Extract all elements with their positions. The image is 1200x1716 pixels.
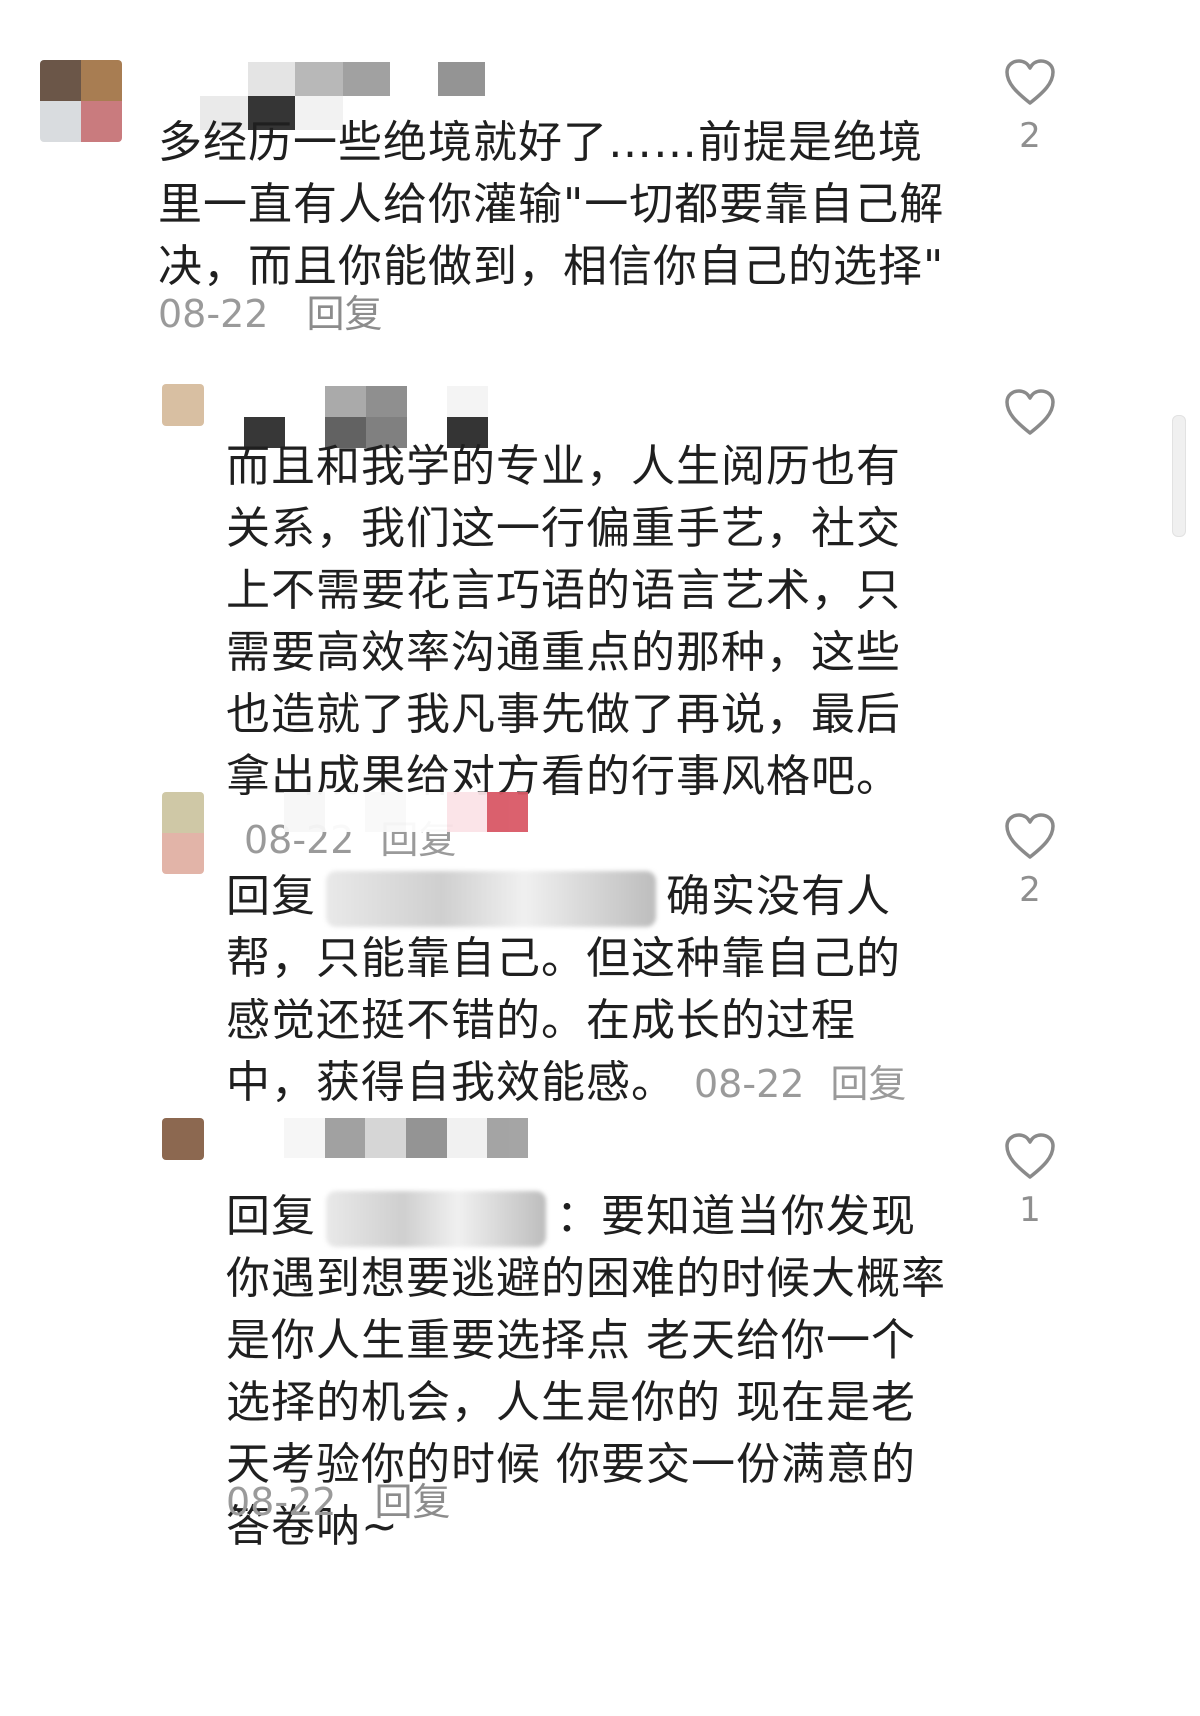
mosaic-pixel	[365, 792, 406, 832]
mosaic-pixel	[324, 792, 366, 832]
mosaic-pixel	[342, 62, 390, 96]
mosaic-pixel	[487, 792, 528, 832]
mosaic-pixel	[284, 1118, 325, 1158]
mosaic-pixel	[406, 1118, 447, 1158]
like-count	[970, 446, 1090, 486]
mosaic-pixel	[390, 62, 438, 96]
username-redacted[interactable]	[284, 1118, 528, 1158]
like-count: 2	[1019, 870, 1041, 910]
mosaic-pixel	[437, 62, 485, 96]
avatar[interactable]	[162, 384, 204, 426]
like-button[interactable]	[970, 388, 1090, 486]
mosaic-pixel	[406, 792, 447, 832]
heart-icon	[1005, 1133, 1055, 1179]
avatar[interactable]	[162, 1118, 204, 1160]
comment-meta: 08-22 回复	[158, 292, 383, 336]
comment-date: 08-22	[694, 1062, 805, 1106]
mosaic-pixel	[284, 386, 326, 417]
reply-button[interactable]: 回复	[830, 1062, 906, 1106]
comment-meta: 08-22 回复	[676, 1062, 906, 1106]
avatar[interactable]	[40, 60, 122, 142]
avatar-pixel	[40, 101, 81, 142]
avatar-pixel	[162, 384, 204, 426]
mosaic-pixel	[446, 792, 488, 832]
like-button[interactable]: 2	[970, 812, 1090, 910]
reply-button[interactable]: 回复	[307, 292, 383, 336]
reply-prefix: 回复	[226, 1191, 316, 1242]
like-count: 2	[1019, 116, 1041, 156]
avatar-pixel	[162, 833, 204, 874]
avatar[interactable]	[162, 792, 204, 874]
comment-text-content: 而且和我学的专业，人生阅历也有关系，我们这一行偏重手艺，社交上不需要花言巧语的语…	[226, 441, 901, 802]
like-button[interactable]: 2	[970, 58, 1090, 156]
like-count: 1	[1019, 1190, 1041, 1230]
mosaic-pixel	[200, 62, 248, 96]
mosaic-pixel	[247, 62, 295, 96]
mosaic-pixel	[447, 386, 488, 417]
comment-date: 08-22	[158, 292, 269, 336]
username-redacted[interactable]	[284, 792, 528, 832]
scrollbar[interactable]	[1172, 415, 1186, 537]
mosaic-pixel	[284, 792, 325, 832]
mention-redacted[interactable]	[326, 871, 656, 927]
comment-date: 08-22	[226, 1480, 337, 1524]
mosaic-pixel	[244, 386, 285, 417]
mosaic-pixel	[366, 386, 407, 417]
comment-text: 回复 确实没有人帮，只能靠自己。但这种靠自己的感觉还挺不错的。在成长的过程中，获得…	[226, 866, 926, 1115]
mosaic-pixel	[406, 386, 448, 417]
mosaic-pixel	[325, 386, 366, 417]
avatar-pixel	[81, 60, 122, 101]
mosaic-pixel	[487, 1118, 528, 1158]
mosaic-pixel	[446, 1118, 488, 1158]
avatar-pixel	[162, 1118, 204, 1160]
reply-button[interactable]: 回复	[375, 1480, 451, 1524]
mention-redacted[interactable]	[326, 1191, 546, 1247]
reply-prefix: 回复	[226, 871, 316, 922]
heart-icon	[1005, 813, 1055, 859]
heart-icon	[1005, 59, 1055, 105]
heart-icon	[1005, 389, 1055, 435]
avatar-pixel	[40, 60, 81, 101]
avatar-pixel	[81, 101, 122, 142]
mosaic-pixel	[295, 62, 343, 96]
comment-meta: 08-22 回复	[226, 1480, 451, 1524]
comment-text: 多经历一些绝境就好了……前提是绝境里一直有人给你灌输"一切都要靠自己解决，而且你…	[158, 117, 945, 292]
avatar-pixel	[162, 792, 204, 833]
like-button[interactable]: 1	[970, 1132, 1090, 1230]
mosaic-pixel	[365, 1118, 406, 1158]
mosaic-pixel	[324, 1118, 366, 1158]
